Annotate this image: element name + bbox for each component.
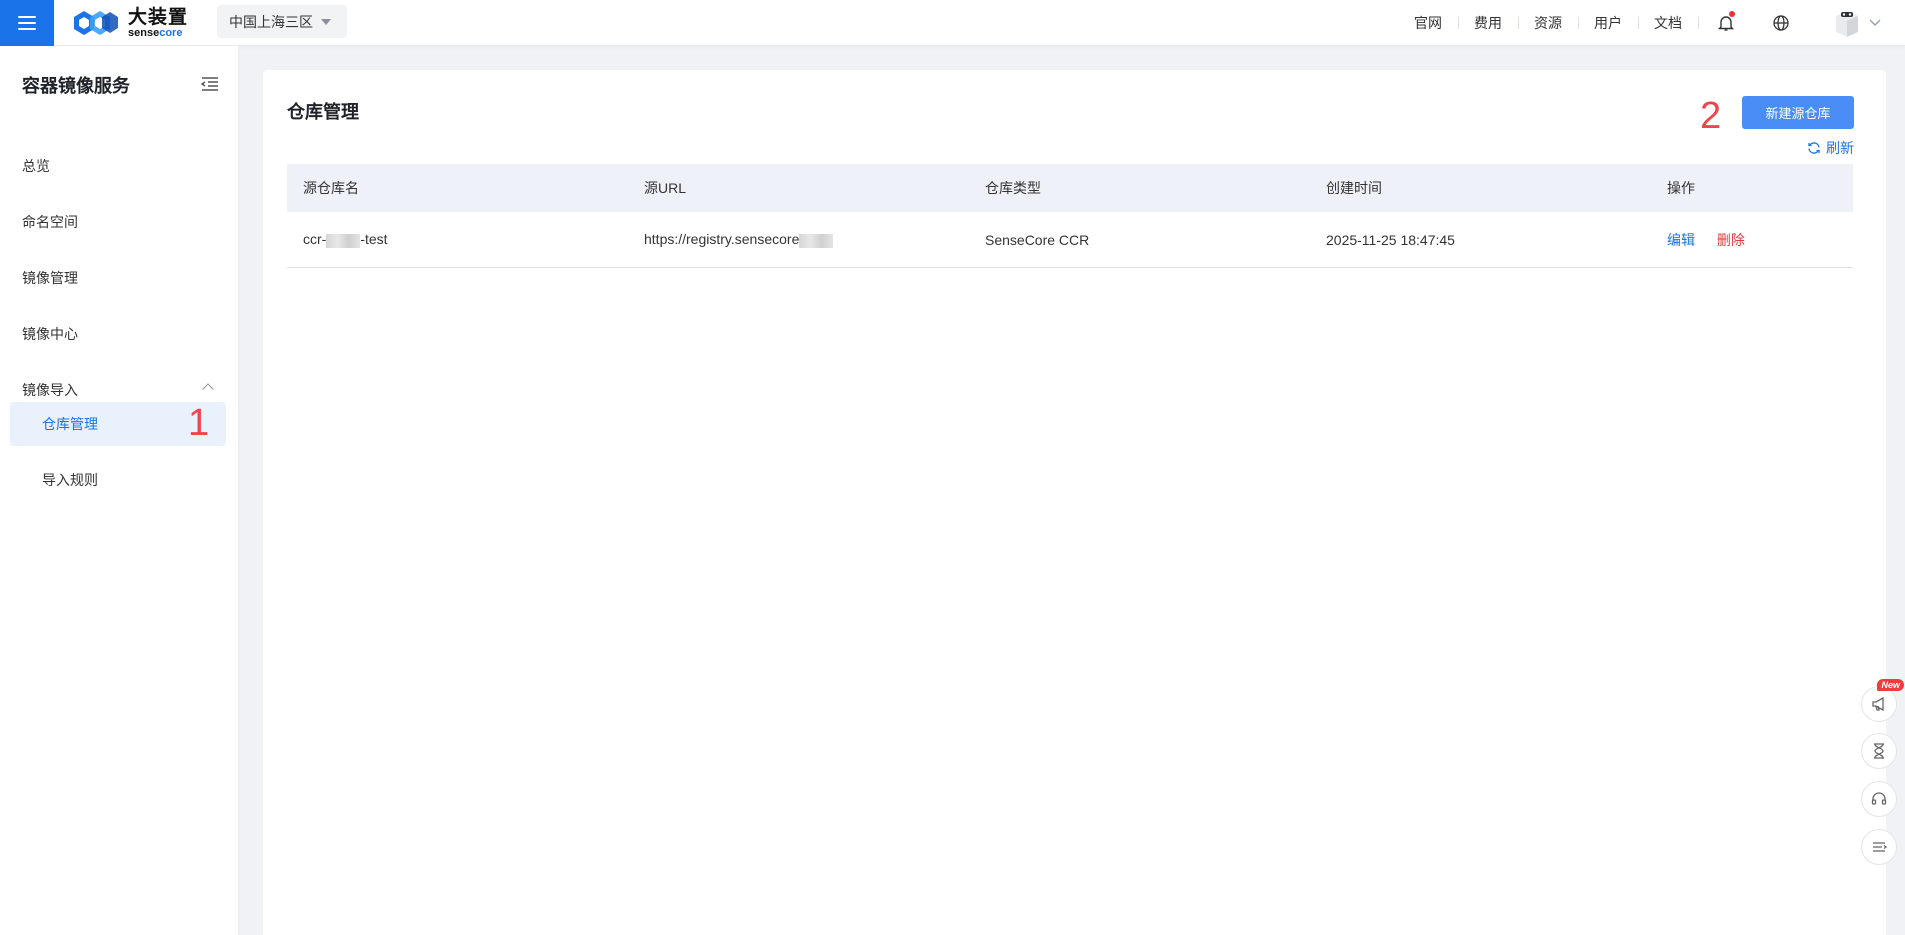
refresh-label: 刷新 [1826,140,1854,156]
logo-text: 大装置 sensecore [128,8,188,39]
menu-icon-line [18,28,36,30]
sidebar-item-image-center[interactable]: 镜像中心 [10,312,226,356]
logo-en: sensecore [128,26,188,39]
repo-url-cell: https://registry.sensecore [628,231,969,248]
more-tools-button[interactable] [1861,829,1897,865]
globe-icon [1773,15,1789,31]
megaphone-icon [1872,696,1884,712]
repo-actions-cell: 编辑 删除 [1651,230,1853,250]
avatar [1836,11,1858,37]
logo-en-sense: sense [128,26,160,39]
column-header-name: 源仓库名 [303,180,359,196]
logo-cn: 大装置 [128,6,189,28]
repo-created-cell: 2025-11-25 18:47:45 [1326,231,1455,248]
top-nav: 官网 费用 资源 用户 文档 [1398,0,1905,46]
sidebar-item-namespace[interactable]: 命名空间 [10,200,226,244]
list-icon [1873,842,1887,852]
column-header-url: 源URL [644,180,687,196]
sidebar-item-import-rules[interactable]: 导入规则 [10,458,226,502]
region-select[interactable]: 中国上海三区 [217,5,347,38]
region-label: 中国上海三区 [229,13,313,30]
collapse-sidebar-icon[interactable] [200,74,220,94]
notification-dot [1729,11,1735,17]
sidebar-item-overview[interactable]: 总览 [10,144,226,188]
top-bar: 大装置 sensecore 中国上海三区 官网 费用 资源 用户 文档 [0,0,1905,46]
sidebar-item-label: 镜像中心 [22,326,78,342]
sidebar-title: 容器镜像服务 [22,76,130,96]
nav-link-docs[interactable]: 文档 [1638,13,1698,33]
chevron-down-icon [1869,19,1881,26]
sidebar-item-label: 镜像导入 [22,382,78,398]
redacted-block [326,233,361,248]
repo-type-cell: SenseCore CCR [985,231,1090,248]
caret-down-icon [321,18,331,25]
repo-name-prefix: ccr- [303,231,327,248]
logo-en-core: core [159,26,183,39]
repo-table: 源仓库名 源URL 仓库类型 创建时间 操作 ccr- -test https:/… [287,164,1853,268]
edit-link[interactable]: 编辑 [1667,232,1695,248]
sidebar-item-label: 命名空间 [22,214,78,230]
annotation-number-1: 1 [188,402,210,444]
nav-link-users[interactable]: 用户 [1578,13,1638,33]
nav-link-official[interactable]: 官网 [1398,13,1458,33]
chevron-up-icon [202,383,214,395]
repo-name-cell: ccr- -test [287,231,628,248]
redacted-block [799,233,834,248]
sidebar-item-label: 导入规则 [42,472,98,488]
delete-link[interactable]: 删除 [1717,232,1745,248]
repo-name-suffix: -test [360,231,388,248]
headset-icon [1871,792,1887,805]
column-header-type: 仓库类型 [985,180,1041,196]
language-button[interactable] [1753,0,1809,46]
notification-button[interactable] [1699,0,1753,46]
refresh-icon [1808,142,1820,154]
brand-logo[interactable]: 大装置 sensecore [70,5,188,41]
new-badge: New [1877,679,1904,691]
annotation-number-2: 2 [1700,95,1722,137]
sidebar: 容器镜像服务 总览 命名空间 镜像管理 镜像中心 镜像导入 仓库管理 导入规则 … [0,46,239,935]
menu-toggle-button[interactable] [0,0,54,46]
sidebar-item-label: 仓库管理 [42,416,98,432]
menu-icon-line [18,16,36,18]
page-title: 仓库管理 [287,102,359,122]
column-header-actions: 操作 [1667,180,1695,196]
menu-icon-line [18,22,36,24]
new-source-repo-button[interactable]: 新建源仓库 [1742,96,1854,129]
support-button[interactable] [1861,781,1897,817]
main-card: 仓库管理 2 新建源仓库 刷新 源仓库名 源URL 仓库类型 创建时间 操作 c… [263,70,1886,935]
sidebar-item-image-management[interactable]: 镜像管理 [10,256,226,300]
column-header-created: 创建时间 [1326,180,1382,196]
nav-link-resources[interactable]: 资源 [1518,13,1578,33]
sidebar-item-label: 镜像管理 [22,270,78,286]
refresh-button[interactable]: 刷新 [1807,138,1854,158]
history-button[interactable] [1861,733,1897,769]
sidebar-item-label: 总览 [22,158,50,174]
repo-url: https://registry.sensecore [644,231,800,248]
hourglass-icon [1874,743,1884,759]
table-header: 源仓库名 源URL 仓库类型 创建时间 操作 [287,164,1853,212]
sensecore-logo-icon [74,11,118,35]
announcement-button[interactable]: New [1861,679,1904,722]
table-row: ccr- -test https://registry.sensecore Sen… [287,212,1853,268]
nav-link-billing[interactable]: 费用 [1458,13,1518,33]
user-menu[interactable] [1809,0,1905,46]
